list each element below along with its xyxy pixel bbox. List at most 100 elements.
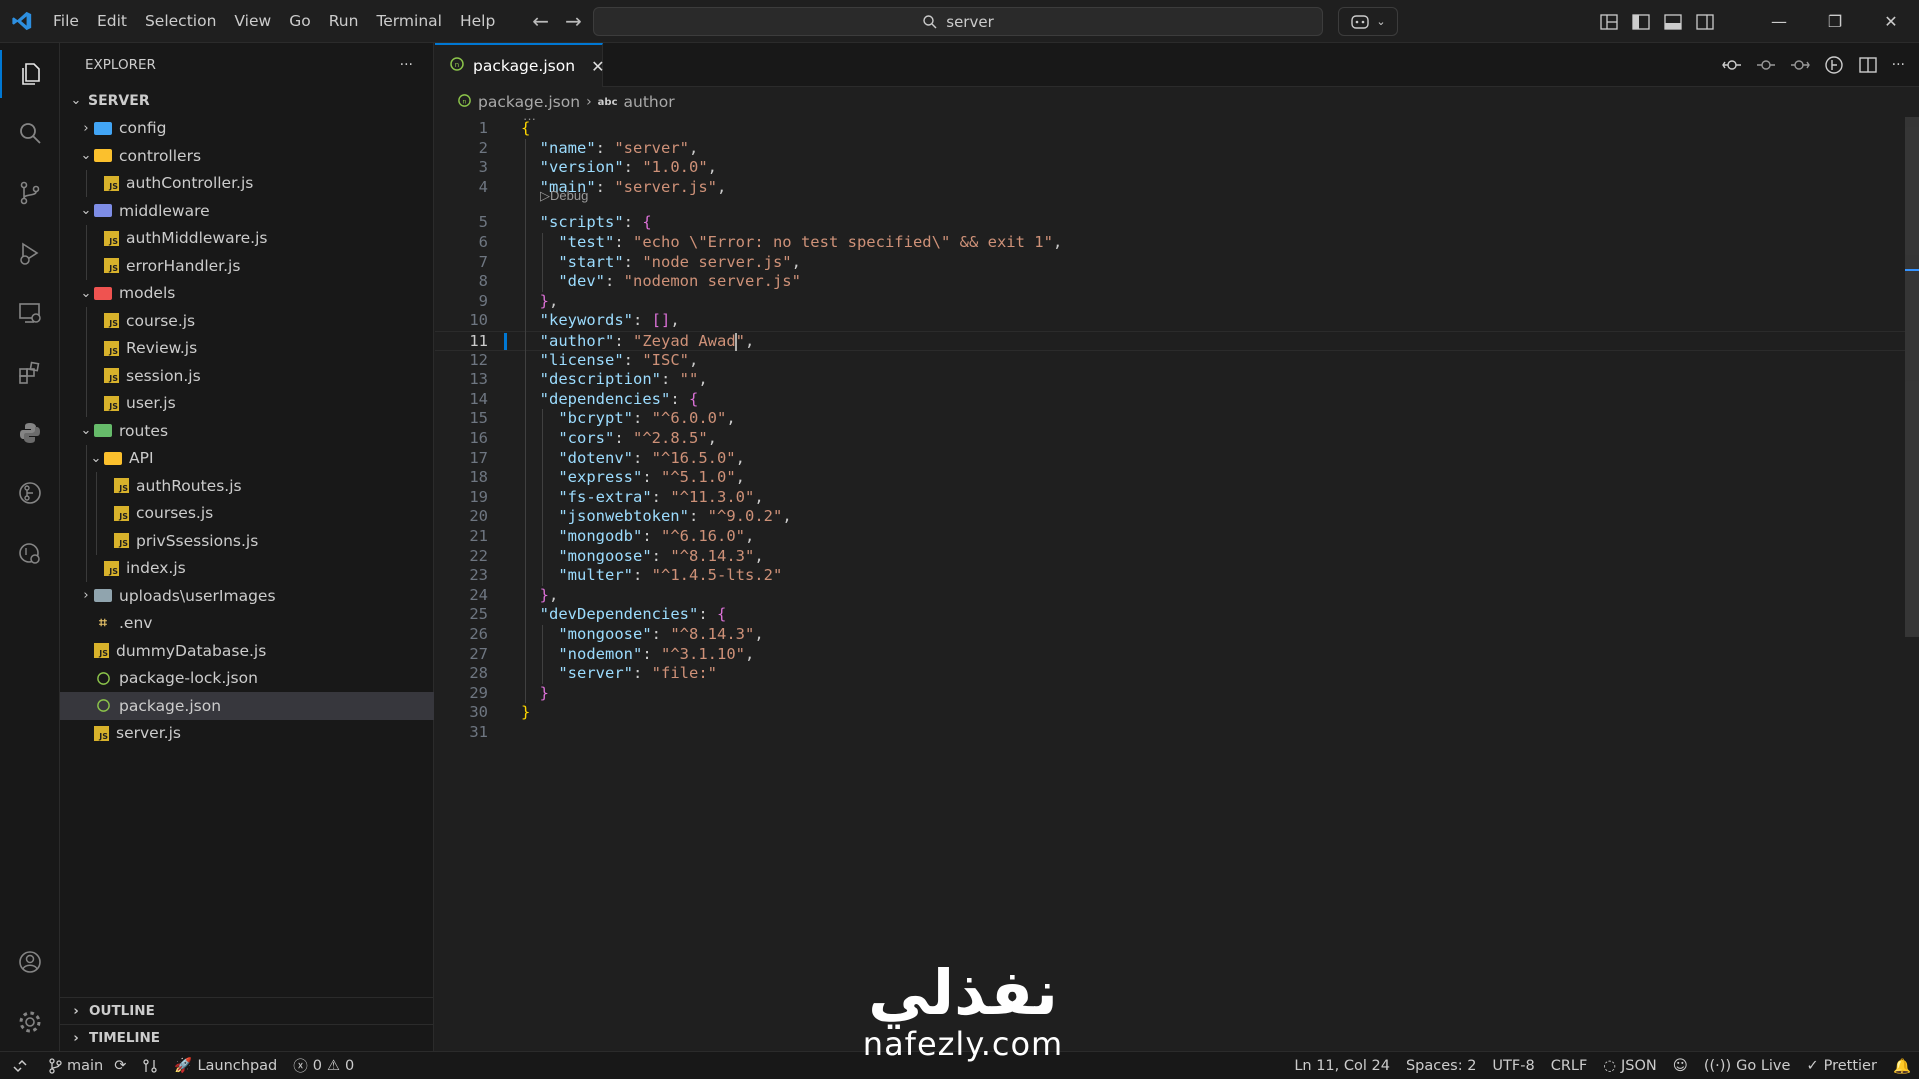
code-line[interactable]: 9 }, bbox=[435, 292, 1905, 312]
code-line[interactable]: 12 "license": "ISC", bbox=[435, 351, 1905, 371]
file-errorhandler-js[interactable]: JS errorHandler.js bbox=[60, 252, 434, 280]
file-env[interactable]: ⌗ .env bbox=[60, 610, 434, 638]
language-mode[interactable]: ◌ JSON bbox=[1595, 1052, 1664, 1079]
toggle-secondary-sidebar-icon[interactable] bbox=[1689, 13, 1721, 30]
code-line[interactable]: 2 "name": "server", bbox=[435, 139, 1905, 159]
code-line[interactable]: 14 "dependencies": { bbox=[435, 390, 1905, 410]
breadcrumb-symbol[interactable]: author bbox=[624, 93, 675, 111]
code-line[interactable]: 15 "bcrypt": "^6.0.0", bbox=[435, 409, 1905, 429]
folder-middleware[interactable]: ⌄ middleware bbox=[60, 197, 434, 225]
file-dummydatabase-js[interactable]: JS dummyDatabase.js bbox=[60, 637, 434, 665]
end-of-line[interactable]: CRLF bbox=[1543, 1052, 1596, 1079]
breadcrumb-file[interactable]: package.json bbox=[478, 93, 580, 111]
extensions-icon[interactable] bbox=[0, 349, 60, 397]
code-line[interactable]: 22 "mongoose": "^8.14.3", bbox=[435, 547, 1905, 567]
code-line[interactable]: 17 "dotenv": "^16.5.0", bbox=[435, 449, 1905, 469]
search-icon[interactable] bbox=[0, 109, 60, 157]
back-arrow-icon[interactable]: ← bbox=[532, 9, 549, 33]
notifications-bell-icon[interactable]: 🔔 bbox=[1885, 1052, 1919, 1079]
restore-button[interactable]: ❐ bbox=[1807, 0, 1863, 43]
file-course-js[interactable]: JS course.js bbox=[60, 307, 434, 335]
code-line[interactable]: 5 "scripts": { bbox=[435, 213, 1905, 233]
run-debug-icon[interactable] bbox=[0, 229, 60, 277]
close-window-button[interactable]: ✕ bbox=[1863, 0, 1919, 43]
code-line[interactable]: 25 "devDependencies": { bbox=[435, 605, 1905, 625]
code-line[interactable]: 1{ bbox=[435, 119, 1905, 139]
forward-arrow-icon[interactable]: → bbox=[565, 9, 582, 33]
menu-item-selection[interactable]: Selection bbox=[136, 0, 225, 43]
explorer-icon[interactable] bbox=[0, 50, 60, 98]
file-server-js[interactable]: JS server.js bbox=[60, 720, 434, 748]
copilot-status[interactable]: ☺ bbox=[1665, 1052, 1696, 1079]
file-courses-js[interactable]: JS courses.js bbox=[60, 499, 434, 527]
menu-item-go[interactable]: Go bbox=[280, 0, 320, 43]
file-authmiddleware-js[interactable]: JS authMiddleware.js bbox=[60, 224, 434, 252]
previous-change-icon[interactable] bbox=[1756, 56, 1776, 74]
encoding[interactable]: UTF-8 bbox=[1484, 1052, 1542, 1079]
split-editor-icon[interactable] bbox=[1858, 56, 1878, 74]
command-center-search[interactable]: server bbox=[593, 7, 1323, 36]
tab-package-json[interactable]: n package.json ✕ bbox=[435, 43, 604, 87]
launchpad-status[interactable]: 🚀 Launchpad bbox=[166, 1052, 285, 1079]
code-line[interactable]: 8 "dev": "nodemon server.js" bbox=[435, 272, 1905, 292]
code-line[interactable]: 11 "author": "Zeyad Awad", bbox=[435, 331, 1905, 351]
customize-layout-icon[interactable] bbox=[1593, 13, 1625, 30]
code-line[interactable]: 20 "jsonwebtoken": "^9.0.2", bbox=[435, 507, 1905, 527]
folder-routes[interactable]: ⌄ routes bbox=[60, 417, 434, 445]
open-changes-icon[interactable] bbox=[1721, 56, 1742, 74]
cursor-position[interactable]: Ln 11, Col 24 bbox=[1286, 1052, 1398, 1079]
code-line[interactable]: 18 "express": "^5.1.0", bbox=[435, 468, 1905, 488]
menu-item-run[interactable]: Run bbox=[320, 0, 368, 43]
code-line[interactable]: 21 "mongodb": "^6.16.0", bbox=[435, 527, 1905, 547]
toggle-panel-icon[interactable] bbox=[1657, 13, 1689, 30]
file-package-lock-json[interactable]: package-lock.json bbox=[60, 665, 434, 693]
code-line[interactable]: 10 "keywords": [], bbox=[435, 311, 1905, 331]
indentation[interactable]: Spaces: 2 bbox=[1398, 1052, 1484, 1079]
sync-icon[interactable]: ⟳ bbox=[114, 1058, 126, 1074]
file-authroutes-js[interactable]: JS authRoutes.js bbox=[60, 472, 434, 500]
remote-indicator[interactable] bbox=[0, 1052, 40, 1079]
gitlens-commit-icon[interactable] bbox=[1824, 55, 1844, 75]
file-index-js[interactable]: JS index.js bbox=[60, 554, 434, 582]
more-actions-icon[interactable]: ··· bbox=[400, 57, 413, 73]
file-authcontroller-js[interactable]: JS authController.js bbox=[60, 169, 434, 197]
file-privssessions-js[interactable]: JS privSsessions.js bbox=[60, 527, 434, 555]
code-line[interactable]: 28 "server": "file:" bbox=[435, 664, 1905, 684]
file-package-json[interactable]: package.json bbox=[60, 692, 434, 720]
file-session-js[interactable]: JS session.js bbox=[60, 362, 434, 390]
account-icon[interactable] bbox=[0, 938, 60, 986]
scrollbar-thumb[interactable] bbox=[1905, 117, 1919, 637]
code-line[interactable]: 4 "main": "server.js", bbox=[435, 178, 1905, 198]
gitlens-status[interactable] bbox=[134, 1052, 166, 1079]
vertical-scrollbar[interactable] bbox=[1905, 117, 1919, 1051]
folder-config[interactable]: › config bbox=[60, 115, 434, 143]
folder-uploads-userimages[interactable]: › uploads\userImages bbox=[60, 582, 434, 610]
go-live-button[interactable]: ((·)) Go Live bbox=[1696, 1052, 1799, 1079]
minimize-button[interactable]: — bbox=[1751, 0, 1807, 43]
gitlens-inspect-icon[interactable] bbox=[0, 529, 60, 577]
remote-explorer-icon[interactable] bbox=[0, 289, 60, 337]
gitlens-icon[interactable] bbox=[0, 469, 60, 517]
settings-gear-icon[interactable] bbox=[0, 998, 60, 1046]
prettier-status[interactable]: ✓ Prettier bbox=[1798, 1052, 1885, 1079]
code-line[interactable]: 7 "start": "node server.js", bbox=[435, 253, 1905, 273]
menu-item-view[interactable]: View bbox=[225, 0, 280, 43]
code-line[interactable]: 16 "cors": "^2.8.5", bbox=[435, 429, 1905, 449]
code-line[interactable]: 3 "version": "1.0.0", bbox=[435, 158, 1905, 178]
menu-item-edit[interactable]: Edit bbox=[88, 0, 136, 43]
code-line[interactable]: 29 } bbox=[435, 684, 1905, 704]
code-line[interactable]: 19 "fs-extra": "^11.3.0", bbox=[435, 488, 1905, 508]
copilot-button[interactable]: ⌄ bbox=[1338, 7, 1398, 36]
timeline-section[interactable]: › TIMELINE bbox=[60, 1024, 434, 1051]
menu-item-file[interactable]: File bbox=[44, 0, 88, 43]
toggle-primary-sidebar-icon[interactable] bbox=[1625, 13, 1657, 30]
menu-item-terminal[interactable]: Terminal bbox=[367, 0, 451, 43]
file-user-js[interactable]: JS user.js bbox=[60, 389, 434, 417]
folder-controllers[interactable]: ⌄ controllers bbox=[60, 142, 434, 170]
file-review-js[interactable]: JS Review.js bbox=[60, 334, 434, 362]
menu-item-help[interactable]: Help bbox=[451, 0, 504, 43]
problems-status[interactable]: ⓧ 0 ⚠ 0 bbox=[285, 1052, 362, 1079]
close-icon[interactable]: ✕ bbox=[591, 57, 604, 76]
code-line[interactable]: 30} bbox=[435, 703, 1905, 723]
code-line[interactable]: 6 "test": "echo \"Error: no test specifi… bbox=[435, 233, 1905, 253]
